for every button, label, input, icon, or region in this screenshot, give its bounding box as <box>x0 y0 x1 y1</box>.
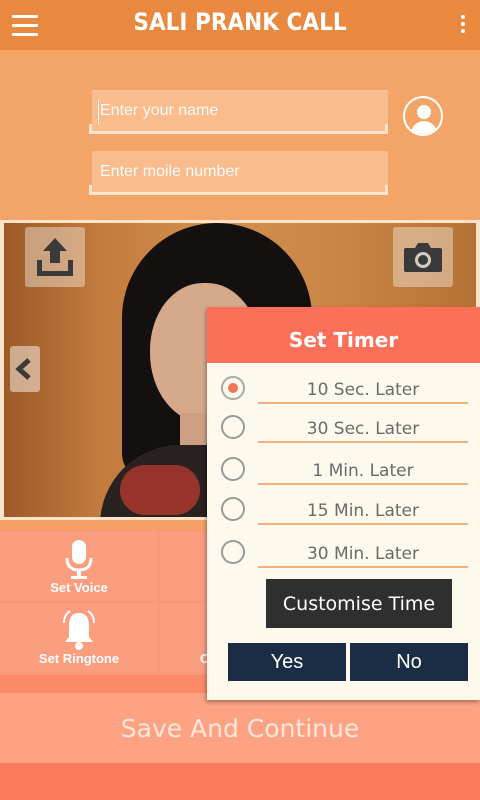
dialog-title: Set Timer <box>207 307 480 363</box>
microphone-icon <box>65 540 93 579</box>
set-voice-button[interactable]: Set Voice <box>0 532 158 601</box>
customise-time-button[interactable]: Customise Time <box>266 579 452 628</box>
text-cursor <box>98 100 99 124</box>
upload-icon <box>37 238 73 276</box>
camera-icon <box>404 243 442 272</box>
name-input[interactable] <box>92 90 388 131</box>
bottom-bar <box>0 763 480 800</box>
set-ringtone-label: Set Ringtone <box>38 651 120 666</box>
app-header: SALI PRANK CALL <box>0 0 480 50</box>
radio-button[interactable] <box>221 497 245 521</box>
radio-button[interactable] <box>221 540 245 564</box>
mobile-number-input[interactable] <box>92 151 388 192</box>
timer-option-10-sec[interactable]: 10 Sec. Later <box>219 371 477 411</box>
upload-photo-button[interactable] <box>25 227 85 287</box>
app-title: SALI PRANK CALL <box>133 8 347 36</box>
mobile-field-container <box>89 151 388 195</box>
name-field-container <box>89 90 388 134</box>
timer-option-15-min[interactable]: 15 Min. Later <box>219 492 477 532</box>
bell-ringing-icon <box>63 610 95 650</box>
set-timer-dialog: Set Timer 10 Sec. Later 30 Sec. Later 1 … <box>207 307 480 700</box>
set-ringtone-button[interactable]: Set Ringtone <box>0 603 158 672</box>
timer-option-label: 30 Min. Later <box>258 540 468 568</box>
save-and-continue-button[interactable]: Save And Continue <box>0 693 480 763</box>
timer-option-label: 1 Min. Later <box>258 457 468 485</box>
timer-option-label: 30 Sec. Later <box>258 415 468 443</box>
timer-option-label: 15 Min. Later <box>258 497 468 525</box>
timer-option-30-min[interactable]: 30 Min. Later <box>219 535 477 575</box>
set-voice-label: Set Voice <box>50 580 108 595</box>
previous-photo-button[interactable] <box>10 346 40 392</box>
timer-option-30-sec[interactable]: 30 Sec. Later <box>219 410 477 450</box>
radio-button[interactable] <box>221 457 245 481</box>
chevron-left-icon <box>15 358 31 380</box>
radio-button[interactable] <box>221 415 245 439</box>
timer-option-label: 10 Sec. Later <box>258 376 468 404</box>
radio-button-selected[interactable] <box>221 376 245 400</box>
contact-person-icon[interactable] <box>403 96 443 136</box>
timer-option-1-min[interactable]: 1 Min. Later <box>219 452 477 492</box>
contact-form <box>0 50 480 220</box>
camera-button[interactable] <box>393 227 453 287</box>
yes-button[interactable]: Yes <box>228 643 346 681</box>
no-button[interactable]: No <box>350 643 468 681</box>
more-options-icon[interactable] <box>458 15 468 37</box>
